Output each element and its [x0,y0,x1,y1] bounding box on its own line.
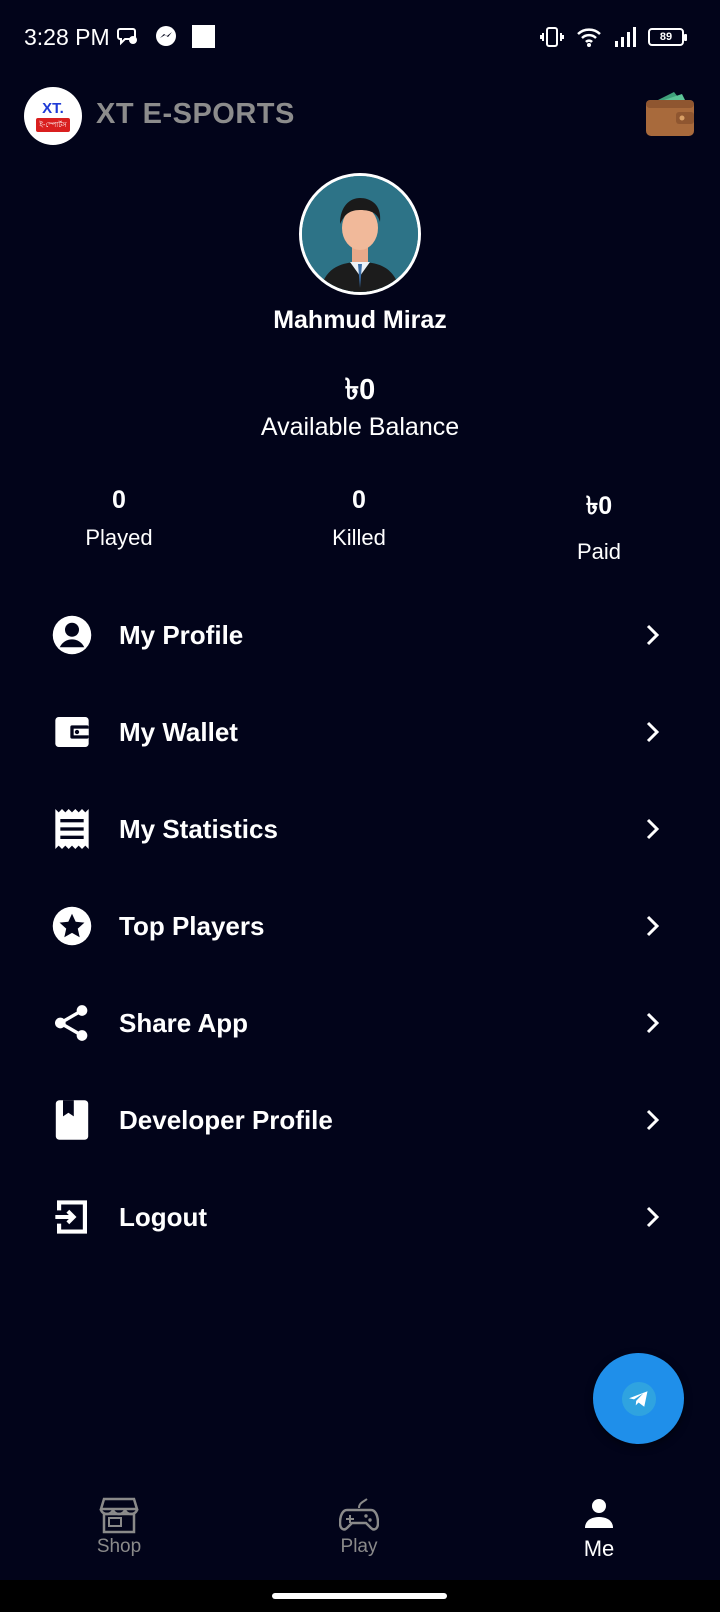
nav-label: Shop [96,1536,142,1557]
telegram-fab-button[interactable] [593,1353,684,1444]
stat-value: 0 [112,486,126,514]
gesture-navigation-bar [0,1580,720,1612]
menu-label: Logout [119,1201,208,1232]
stat-label: Paid [576,539,622,564]
menu-label: My Profile [119,619,244,650]
menu-item-top-players[interactable]: Top Players [0,881,720,971]
menu-item-my-statistics[interactable]: My Statistics [0,784,720,874]
app-bar: XT. ই-স্পোর্টস XT E-SPORTS [0,84,720,148]
messenger-bubble-icon [117,28,137,46]
menu-item-share-app[interactable]: Share App [0,978,720,1068]
menu-item-developer-profile[interactable]: Developer Profile [0,1075,720,1165]
chevron-right-icon [646,915,660,937]
balance-label: Available Balance [260,413,460,441]
menu-label: Share App [119,1007,249,1038]
menu-label: Top Players [119,910,265,941]
star-circle-icon [50,904,94,948]
stat-killed: 0 Killed [259,486,459,551]
gamepad-icon [339,1498,379,1531]
messenger-icon [156,26,176,46]
wifi-icon [577,28,601,47]
wallet-icon [646,92,694,136]
chevron-right-icon [646,1206,660,1228]
avatar [299,173,421,295]
bookmark-book-icon [50,1098,94,1142]
chevron-right-icon [646,1109,660,1131]
home-indicator[interactable] [272,1593,447,1599]
chevron-right-icon [646,721,660,743]
menu-item-my-profile[interactable]: My Profile [0,590,720,680]
balance-amount: ৳0 [344,374,376,406]
chevron-right-icon [646,1012,660,1034]
share-icon [50,1001,94,1045]
account-circle-icon [50,613,94,657]
wallet-button[interactable] [644,90,696,138]
cell-signal-icon [615,27,636,47]
battery-icon: 89 [648,28,687,46]
nav-item-me[interactable]: Me [519,1484,679,1580]
store-icon [99,1497,139,1534]
stats-row: 0 Played 0 Killed ৳0 Paid [0,486,720,564]
menu-label: Developer Profile [119,1104,333,1135]
stat-value: 0 [352,486,366,514]
bottom-navigation: Shop Play Me [0,1484,720,1580]
battery-level: 89 [659,31,673,43]
nav-item-shop[interactable]: Shop [39,1484,199,1580]
menu-item-logout[interactable]: Logout [0,1172,720,1262]
stat-played: 0 Played [19,486,219,551]
stat-value: ৳0 [585,492,613,520]
vibrate-icon [540,27,564,47]
status-bar: 3:28 PM 89 [0,0,720,78]
wallet-icon [50,710,94,754]
stat-paid: ৳0 Paid [499,486,699,565]
user-avatar-illustration-icon [302,176,418,292]
notification-square-icon [192,24,215,48]
nav-item-play[interactable]: Play [279,1484,439,1580]
nav-label: Me [583,1536,615,1561]
menu-item-my-wallet[interactable]: My Wallet [0,687,720,777]
app-title: XT E-SPORTS [96,98,295,130]
logout-icon [50,1195,94,1239]
stat-label: Played [85,525,153,550]
status-time: 3:28 PM [24,24,110,50]
nav-label: Play [340,1536,378,1557]
menu-label: My Wallet [119,716,238,747]
app-logo: XT. ই-স্পোর্টস [24,87,82,145]
logo-text: XT. [42,99,64,117]
chevron-right-icon [646,624,660,646]
telegram-icon [621,1381,656,1416]
logo-subtext: ই-স্পোর্টস [36,117,70,132]
person-icon [585,1499,613,1528]
stat-label: Killed [332,525,386,550]
user-name: Mahmud Miraz [273,306,447,334]
chevron-right-icon [646,818,660,840]
receipt-icon [50,807,94,851]
menu-label: My Statistics [119,813,278,844]
